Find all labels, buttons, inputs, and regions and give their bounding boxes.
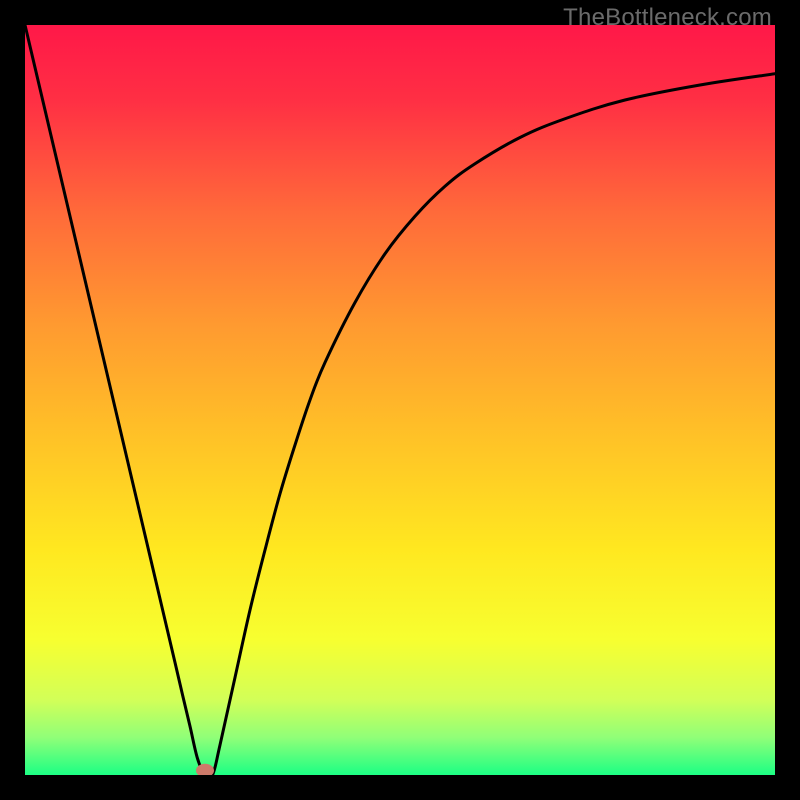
gradient-background bbox=[25, 25, 775, 775]
bottleneck-chart bbox=[25, 25, 775, 775]
watermark-text: TheBottleneck.com bbox=[563, 4, 772, 32]
chart-frame bbox=[25, 25, 775, 775]
